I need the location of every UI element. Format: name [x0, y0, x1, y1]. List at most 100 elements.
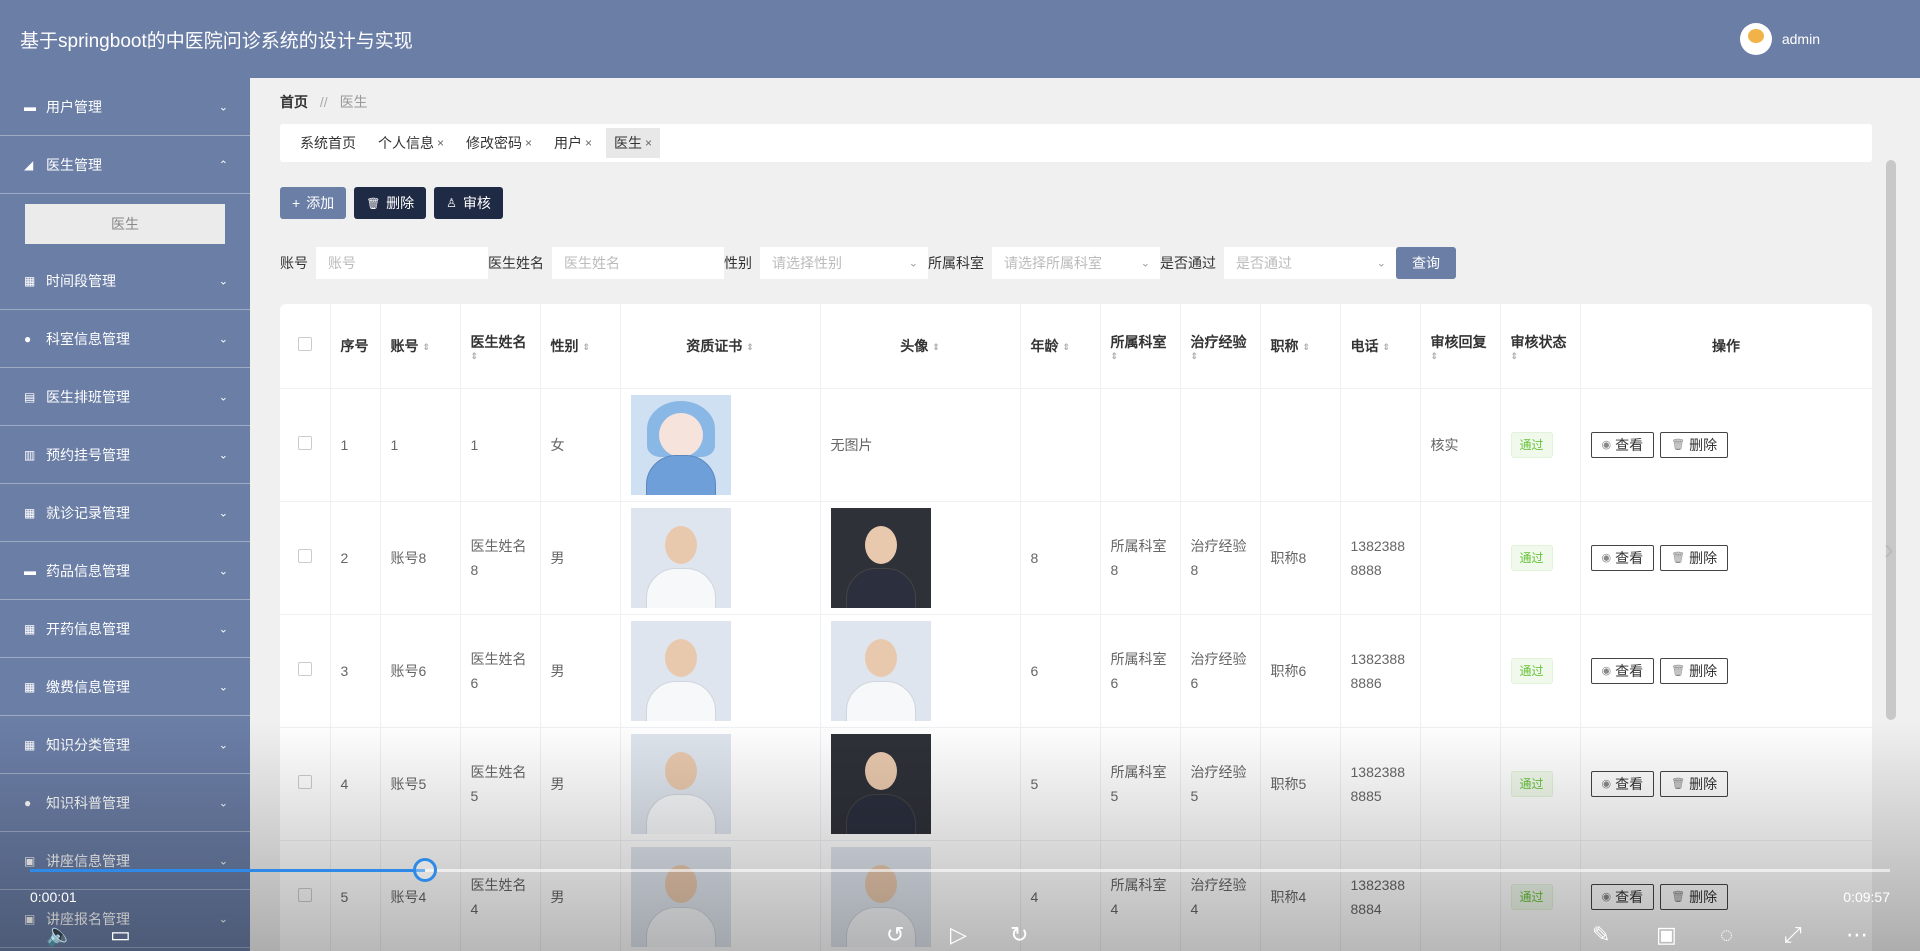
- sort-icon[interactable]: ⇕: [1063, 343, 1071, 352]
- vr-360-icon[interactable]: ◌: [1720, 922, 1733, 948]
- sidebar-item[interactable]: ▦ 时间段管理 ⌄: [0, 252, 250, 310]
- more-icon[interactable]: ⋯: [1846, 922, 1868, 948]
- column-header[interactable]: 职称 ⇕: [1260, 304, 1341, 389]
- subtitle-icon[interactable]: ▭: [110, 922, 131, 948]
- sort-icon[interactable]: ⇕: [1511, 351, 1570, 360]
- row-delete-button[interactable]: 🗑 删除: [1660, 545, 1729, 571]
- close-icon[interactable]: ×: [525, 136, 532, 150]
- video-progress-handle[interactable]: [413, 858, 437, 882]
- tab-item[interactable]: 用户 ×: [546, 128, 600, 158]
- row-checkbox[interactable]: [297, 435, 312, 450]
- tab-item[interactable]: 个人信息 ×: [370, 128, 452, 158]
- doctor-name-input[interactable]: 医生姓名: [552, 247, 724, 279]
- avatar-image[interactable]: [830, 507, 931, 608]
- row-delete-button[interactable]: 🗑 删除: [1660, 771, 1729, 797]
- sidebar-item[interactable]: ▤ 医生排班管理 ⌄: [0, 368, 250, 426]
- video-progress-bar[interactable]: [30, 858, 1890, 882]
- volume-icon[interactable]: 🔈: [46, 922, 73, 948]
- sidebar-subitem[interactable]: 医生: [25, 204, 225, 244]
- chevron-right-icon[interactable]: ›: [1884, 533, 1894, 567]
- column-header[interactable]: 账号 ⇕: [380, 304, 461, 389]
- sort-icon[interactable]: ⇕: [1303, 343, 1311, 352]
- column-header[interactable]: 审核回复 ⇕: [1420, 304, 1501, 389]
- sidebar-item[interactable]: ▬ 药品信息管理 ⌄: [0, 542, 250, 600]
- dept-select[interactable]: 请选择所属科室 ⌄: [992, 247, 1160, 279]
- sort-icon[interactable]: ⇕: [583, 343, 591, 352]
- delete-button[interactable]: 🗑 删除: [354, 187, 427, 219]
- sidebar-item[interactable]: ▬ 用户管理 ⌄: [0, 78, 250, 136]
- avatar[interactable]: [1739, 23, 1772, 55]
- sort-icon[interactable]: ⇕: [1111, 351, 1170, 360]
- sort-icon[interactable]: ⇕: [932, 343, 940, 352]
- fullscreen-icon[interactable]: ⤢: [1784, 922, 1802, 948]
- breadcrumb-home[interactable]: 首页: [280, 94, 308, 110]
- column-header[interactable]: 头像 ⇕: [820, 304, 1021, 389]
- certificate-image[interactable]: [630, 394, 731, 495]
- row-delete-button[interactable]: 🗑 删除: [1660, 658, 1729, 684]
- gender-select[interactable]: 请选择性别 ⌄: [760, 247, 928, 279]
- row-delete-button[interactable]: 🗑 删除: [1660, 884, 1729, 910]
- play-icon[interactable]: ▷: [950, 922, 967, 948]
- view-button[interactable]: ◉ 查看: [1590, 658, 1655, 684]
- sort-icon[interactable]: ⇕: [1383, 343, 1391, 352]
- row-checkbox[interactable]: [297, 661, 312, 676]
- column-header[interactable]: 序号: [330, 304, 381, 389]
- query-button[interactable]: 查询: [1396, 247, 1456, 279]
- add-button[interactable]: + 添加: [280, 187, 347, 219]
- certificate-image[interactable]: [630, 507, 731, 608]
- picture-in-picture-icon[interactable]: ▣: [1656, 922, 1677, 948]
- column-header[interactable]: 年龄 ⇕: [1020, 304, 1101, 389]
- passed-select[interactable]: 是否通过 ⌄: [1224, 247, 1396, 279]
- view-button[interactable]: ◉ 查看: [1590, 432, 1655, 458]
- column-header[interactable]: 资质证书 ⇕: [620, 304, 821, 389]
- sidebar-item[interactable]: ▦ 就诊记录管理 ⌄: [0, 484, 250, 542]
- sort-icon[interactable]: ⇕: [1431, 351, 1490, 360]
- sidebar-item[interactable]: ▣ 讲座信息管理 ⌄: [0, 832, 250, 890]
- row-checkbox[interactable]: [297, 887, 312, 902]
- review-button[interactable]: ♙ 审核: [434, 187, 503, 219]
- sidebar-item[interactable]: ● 知识科普管理 ⌄: [0, 774, 250, 832]
- rewind-10-icon[interactable]: ↺: [886, 922, 904, 948]
- pen-icon[interactable]: ✎: [1592, 922, 1610, 948]
- tab-item[interactable]: 系统首页: [292, 128, 364, 158]
- sort-icon[interactable]: ⇕: [1191, 351, 1250, 360]
- account-input[interactable]: 账号: [316, 247, 488, 279]
- view-button[interactable]: ◉ 查看: [1590, 771, 1655, 797]
- close-icon[interactable]: ×: [585, 136, 592, 150]
- close-icon[interactable]: ×: [437, 136, 444, 150]
- sidebar-item[interactable]: ◢ 医生管理 ⌃: [0, 136, 250, 194]
- sidebar-item[interactable]: ▦ 知识分类管理 ⌄: [0, 716, 250, 774]
- tab-item[interactable]: 医生 ×: [606, 128, 661, 158]
- row-checkbox[interactable]: [297, 548, 312, 563]
- view-button[interactable]: ◉ 查看: [1590, 545, 1655, 571]
- sidebar-item[interactable]: ▥ 预约挂号管理 ⌄: [0, 426, 250, 484]
- sort-icon[interactable]: ⇕: [471, 351, 530, 360]
- user-menu[interactable]: admin: [1739, 23, 1820, 55]
- certificate-image[interactable]: [630, 846, 731, 947]
- column-header[interactable]: 电话 ⇕: [1340, 304, 1421, 389]
- tab-item[interactable]: 修改密码 ×: [458, 128, 540, 158]
- column-header[interactable]: 所属科室 ⇕: [1100, 304, 1181, 389]
- avatar-image[interactable]: [830, 733, 931, 834]
- sidebar-item[interactable]: ▦ 开药信息管理 ⌄: [0, 600, 250, 658]
- forward-30-icon[interactable]: ↻: [1010, 922, 1028, 948]
- certificate-image[interactable]: [630, 620, 731, 721]
- column-header[interactable]: 治疗经验 ⇕: [1180, 304, 1261, 389]
- row-checkbox[interactable]: [297, 774, 312, 789]
- row-delete-button[interactable]: 🗑 删除: [1660, 432, 1729, 458]
- close-icon[interactable]: ×: [645, 136, 652, 150]
- certificate-image[interactable]: [630, 733, 731, 834]
- column-header[interactable]: 性别 ⇕: [540, 304, 621, 389]
- avatar-image[interactable]: [830, 620, 931, 721]
- column-header[interactable]: 审核状态 ⇕: [1500, 304, 1581, 389]
- sidebar-item[interactable]: ● 科室信息管理 ⌄: [0, 310, 250, 368]
- sort-icon[interactable]: ⇕: [423, 343, 431, 352]
- view-button[interactable]: ◉ 查看: [1590, 884, 1655, 910]
- select-all-checkbox[interactable]: [297, 337, 312, 352]
- sidebar-item[interactable]: ▦ 缴费信息管理 ⌄: [0, 658, 250, 716]
- page-scrollbar[interactable]: [1886, 160, 1896, 720]
- avatar-image[interactable]: [830, 846, 931, 947]
- sort-icon[interactable]: ⇕: [746, 343, 754, 352]
- column-header[interactable]: 医生姓名 ⇕: [460, 304, 541, 389]
- column-header[interactable]: 操作: [1580, 304, 1872, 389]
